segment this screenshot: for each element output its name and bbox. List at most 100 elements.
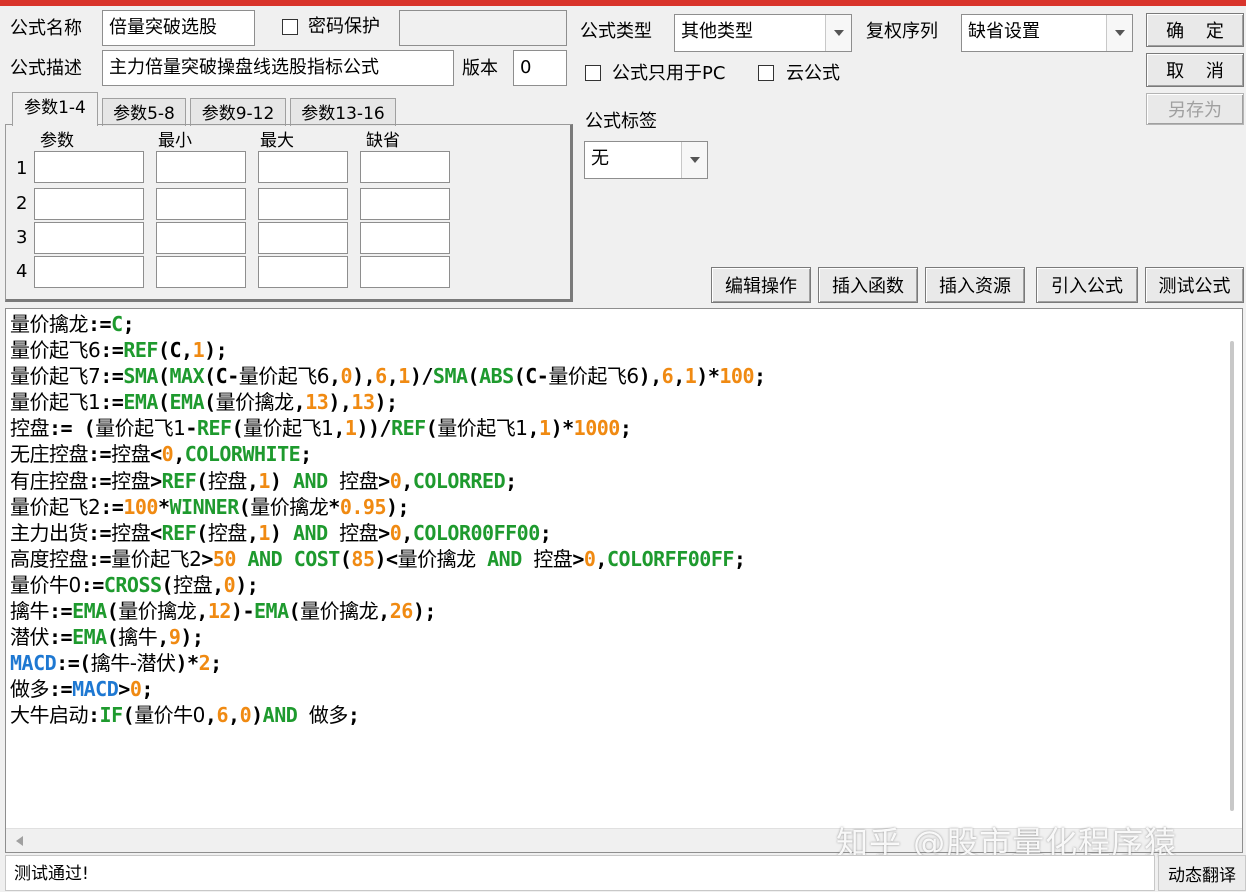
code-token: )- xyxy=(230,599,255,624)
ok-button[interactable]: 确 定 xyxy=(1146,13,1244,47)
code-line[interactable]: 潜伏:=EMA(擒牛,9); xyxy=(10,624,1218,650)
code-token: ), xyxy=(328,390,352,415)
code-token: EMA xyxy=(254,599,289,624)
code-token: (C- xyxy=(204,364,239,389)
code-line[interactable]: 量价起飞7:=SMA(MAX(C-量价起飞6,0),6,1)/SMA(ABS(C… xyxy=(10,363,1218,389)
param-max-input[interactable] xyxy=(258,188,348,220)
param-default-input[interactable] xyxy=(360,256,450,288)
password-checkbox[interactable] xyxy=(282,19,298,35)
code-token: 0.95 xyxy=(339,494,387,519)
formula-type-select[interactable]: 其他类型 xyxy=(674,14,852,52)
code-token: ); xyxy=(235,572,259,597)
code-token: ( xyxy=(339,546,352,571)
code-token: - xyxy=(185,416,197,441)
code-token: , xyxy=(328,364,341,389)
code-token: , xyxy=(401,468,413,493)
param-min-input[interactable] xyxy=(156,256,246,288)
code-line[interactable]: MACD:=(擒牛-潜伏)*2; xyxy=(10,650,1218,676)
code-token: 50 xyxy=(212,546,237,571)
code-text[interactable]: 量价擒龙:=C; 量价起飞6:=REF(C,1); 量价起飞7:=SMA(MAX(C… xyxy=(10,311,1218,729)
param-min-input[interactable] xyxy=(156,222,246,254)
import-formula-button[interactable]: 引入公式 xyxy=(1036,267,1138,303)
edit-operations-button[interactable]: 编辑操作 xyxy=(711,267,811,303)
code-token: 量价擒龙 xyxy=(397,546,477,571)
code-token: 量价牛0 xyxy=(10,572,81,597)
tab-params-5-8[interactable]: 参数5-8 xyxy=(102,98,186,126)
insert-function-button[interactable]: 插入函数 xyxy=(818,267,918,303)
param-min-input[interactable] xyxy=(156,188,246,220)
password-input[interactable] xyxy=(399,10,567,46)
param-max-input[interactable] xyxy=(258,151,348,183)
param-name-input[interactable] xyxy=(34,256,144,288)
scrollbar-thumb[interactable] xyxy=(1230,341,1234,811)
code-token: ))/ xyxy=(356,416,392,441)
formula-desc-input[interactable]: 主力倍量突破操盘线选股指标公式 xyxy=(102,50,454,86)
code-line[interactable]: 擒牛:=EMA(量价擒龙,12)-EMA(量价擒龙,26); xyxy=(10,598,1218,624)
tab-params-1-4[interactable]: 参数1-4 xyxy=(12,92,98,126)
cloud-label: 云公式 xyxy=(786,63,840,84)
code-token: := xyxy=(88,468,112,493)
tab-params-13-16[interactable]: 参数13-16 xyxy=(290,98,396,126)
cloud-checkbox[interactable] xyxy=(758,65,774,81)
tab-params-9-12[interactable]: 参数9-12 xyxy=(190,98,286,126)
code-line[interactable]: 有庄控盘:=控盘>REF(控盘,1) AND 控盘>0,COLORRED; xyxy=(10,468,1218,494)
param-max-input[interactable] xyxy=(258,256,348,288)
param-min-input[interactable] xyxy=(156,151,246,183)
code-line[interactable]: 量价起飞6:=REF(C,1); xyxy=(10,337,1218,363)
code-token: 1 xyxy=(192,338,205,363)
chevron-down-icon[interactable] xyxy=(825,15,851,51)
param-header-name: 参数 xyxy=(40,131,74,151)
code-token: )< xyxy=(374,546,399,571)
code-token: )* xyxy=(550,416,575,441)
code-line[interactable]: 控盘:= (量价起飞1-REF(量价起飞1,1))/REF(量价起飞1,1)*1… xyxy=(10,415,1218,441)
code-token: := xyxy=(88,520,112,545)
code-token: REF xyxy=(123,338,158,363)
formula-type-value: 其他类型 xyxy=(681,21,753,42)
code-token: , xyxy=(673,364,685,389)
code-line[interactable]: 量价擒龙:=C; xyxy=(10,311,1218,337)
code-token: 1 xyxy=(684,364,697,389)
code-token: ( xyxy=(106,599,119,624)
param-default-input[interactable] xyxy=(360,151,450,183)
code-line[interactable]: 做多:=MACD>0; xyxy=(10,676,1218,702)
param-default-input[interactable] xyxy=(360,222,450,254)
formula-desc-label: 公式描述 xyxy=(10,58,82,79)
param-default-input[interactable] xyxy=(360,188,450,220)
scroll-left-icon[interactable] xyxy=(16,836,23,846)
version-input[interactable]: 0 xyxy=(513,50,567,86)
code-line[interactable]: 无庄控盘:=控盘<0,COLORWHITE; xyxy=(10,441,1218,467)
param-max-input[interactable] xyxy=(258,222,348,254)
pc-only-checkbox[interactable] xyxy=(585,65,601,81)
code-line[interactable]: 量价起飞1:=EMA(EMA(量价擒龙,13),13); xyxy=(10,389,1218,415)
formula-tag-select[interactable]: 无 xyxy=(584,141,708,179)
code-token: AND xyxy=(293,468,328,493)
params-panel: 参数 最小 最大 缺省 1 2 3 4 xyxy=(5,124,573,302)
code-editor[interactable]: 量价擒龙:=C; 量价起飞6:=REF(C,1); 量价起飞7:=SMA(MAX(C… xyxy=(5,308,1243,853)
code-token: (C, xyxy=(157,338,193,363)
code-line[interactable]: 主力出货:=控盘<REF(控盘,1) AND 控盘>0,COLOR00FF00; xyxy=(10,520,1218,546)
code-line[interactable]: 高度控盘:=量价起飞2>50 AND COST(85)<量价擒龙 AND 控盘>… xyxy=(10,546,1218,572)
chevron-down-icon[interactable] xyxy=(1106,15,1132,51)
code-token: 做多 xyxy=(10,677,50,702)
param-name-input[interactable] xyxy=(34,222,144,254)
chevron-down-icon[interactable] xyxy=(681,142,707,178)
code-token: , xyxy=(212,572,224,597)
code-token: , xyxy=(401,520,413,545)
vertical-scrollbar[interactable] xyxy=(1224,313,1240,833)
insert-resource-button[interactable]: 插入资源 xyxy=(925,267,1025,303)
rights-select[interactable]: 缺省设置 xyxy=(961,14,1133,52)
formula-name-input[interactable]: 倍量突破选股 xyxy=(102,10,255,46)
param-name-input[interactable] xyxy=(34,151,144,183)
code-token: 1000 xyxy=(573,416,621,441)
code-line[interactable]: 量价起飞2:=100*WINNER(量价擒龙*0.95); xyxy=(10,494,1218,520)
code-token: ; xyxy=(122,312,135,336)
dynamic-translate-button[interactable]: 动态翻译 xyxy=(1158,855,1246,891)
param-name-input[interactable] xyxy=(34,188,144,220)
save-as-button[interactable]: 另存为 xyxy=(1146,93,1244,125)
code-line[interactable]: 量价牛0:=CROSS(控盘,0); xyxy=(10,572,1218,598)
test-formula-button[interactable]: 测试公式 xyxy=(1145,267,1244,303)
code-line[interactable]: 大牛启动:IF(量价牛0,6,0)AND 做多; xyxy=(10,702,1218,728)
cancel-button[interactable]: 取 消 xyxy=(1146,53,1244,87)
